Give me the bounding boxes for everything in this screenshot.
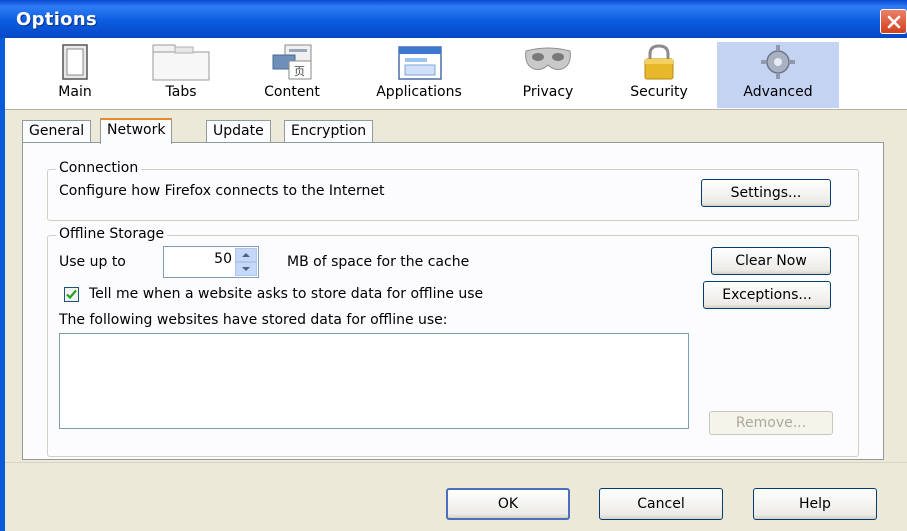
tab-encryption[interactable]: Encryption <box>284 120 374 142</box>
main-window-icon <box>45 42 105 82</box>
settings-button[interactable]: Settings... <box>701 179 831 207</box>
connection-legend: Connection <box>56 160 142 176</box>
pane-privacy[interactable]: Privacy <box>505 42 591 108</box>
ok-button[interactable]: OK <box>446 488 570 520</box>
exceptions-button[interactable]: Exceptions... <box>703 281 831 309</box>
pane-label: Tabs <box>165 84 197 100</box>
connection-description: Configure how Firefox connects to the In… <box>59 183 385 199</box>
pane-advanced[interactable]: Advanced <box>717 42 839 108</box>
remove-button[interactable]: Remove... <box>709 411 833 435</box>
svg-text:页: 页 <box>294 65 305 78</box>
content-icon: 页 <box>262 42 322 82</box>
gear-icon <box>748 42 808 82</box>
window-title: Options <box>16 9 97 30</box>
privacy-mask-icon <box>518 42 578 82</box>
cache-unit-label: MB of space for the cache <box>287 254 470 270</box>
close-button[interactable] <box>880 9 907 34</box>
pane-label: Applications <box>376 84 462 100</box>
title-bar[interactable]: Options <box>0 0 907 38</box>
spin-arrows[interactable] <box>234 247 258 277</box>
network-tab-panel: Connection Configure how Firefox connect… <box>22 142 884 460</box>
cache-size-stepper[interactable]: 50 <box>163 246 259 278</box>
padlock-icon <box>629 42 689 82</box>
offline-prompt-label[interactable]: Tell me when a website asks to store dat… <box>89 286 483 302</box>
options-window: Options Main Tabs 页 Content Applications… <box>0 0 907 531</box>
offline-storage-legend: Offline Storage <box>56 226 168 242</box>
applications-icon <box>389 42 449 82</box>
close-icon <box>887 15 900 28</box>
cancel-button[interactable]: Cancel <box>599 488 723 520</box>
offline-prompt-checkbox[interactable] <box>64 287 79 302</box>
pane-applications[interactable]: Applications <box>359 42 479 108</box>
tab-update[interactable]: Update <box>206 120 271 142</box>
tab-general[interactable]: General <box>22 120 92 142</box>
tabs-icon <box>151 42 211 82</box>
pane-label: Main <box>58 84 92 100</box>
use-up-to-label: Use up to <box>59 254 126 270</box>
cache-size-value: 50 <box>214 251 232 267</box>
tab-network[interactable]: Network <box>100 118 173 144</box>
pane-toolbar: Main Tabs 页 Content Applications Privacy… <box>5 38 907 110</box>
footer-separator <box>5 462 907 463</box>
offline-sites-list[interactable] <box>59 333 689 429</box>
pane-main[interactable]: Main <box>39 42 111 108</box>
offline-sites-caption: The following websites have stored data … <box>59 312 448 328</box>
pane-tabs[interactable]: Tabs <box>145 42 217 108</box>
pane-label: Security <box>630 84 688 100</box>
dialog-body: Main Tabs 页 Content Applications Privacy… <box>5 38 907 531</box>
pane-label: Privacy <box>522 84 574 100</box>
pane-content[interactable]: 页 Content <box>248 42 336 108</box>
checkmark-icon <box>66 289 77 300</box>
help-button[interactable]: Help <box>753 488 877 520</box>
pane-label: Content <box>264 84 320 100</box>
pane-label: Advanced <box>743 84 813 100</box>
pane-security[interactable]: Security <box>614 42 704 108</box>
clear-now-button[interactable]: Clear Now <box>711 247 831 275</box>
